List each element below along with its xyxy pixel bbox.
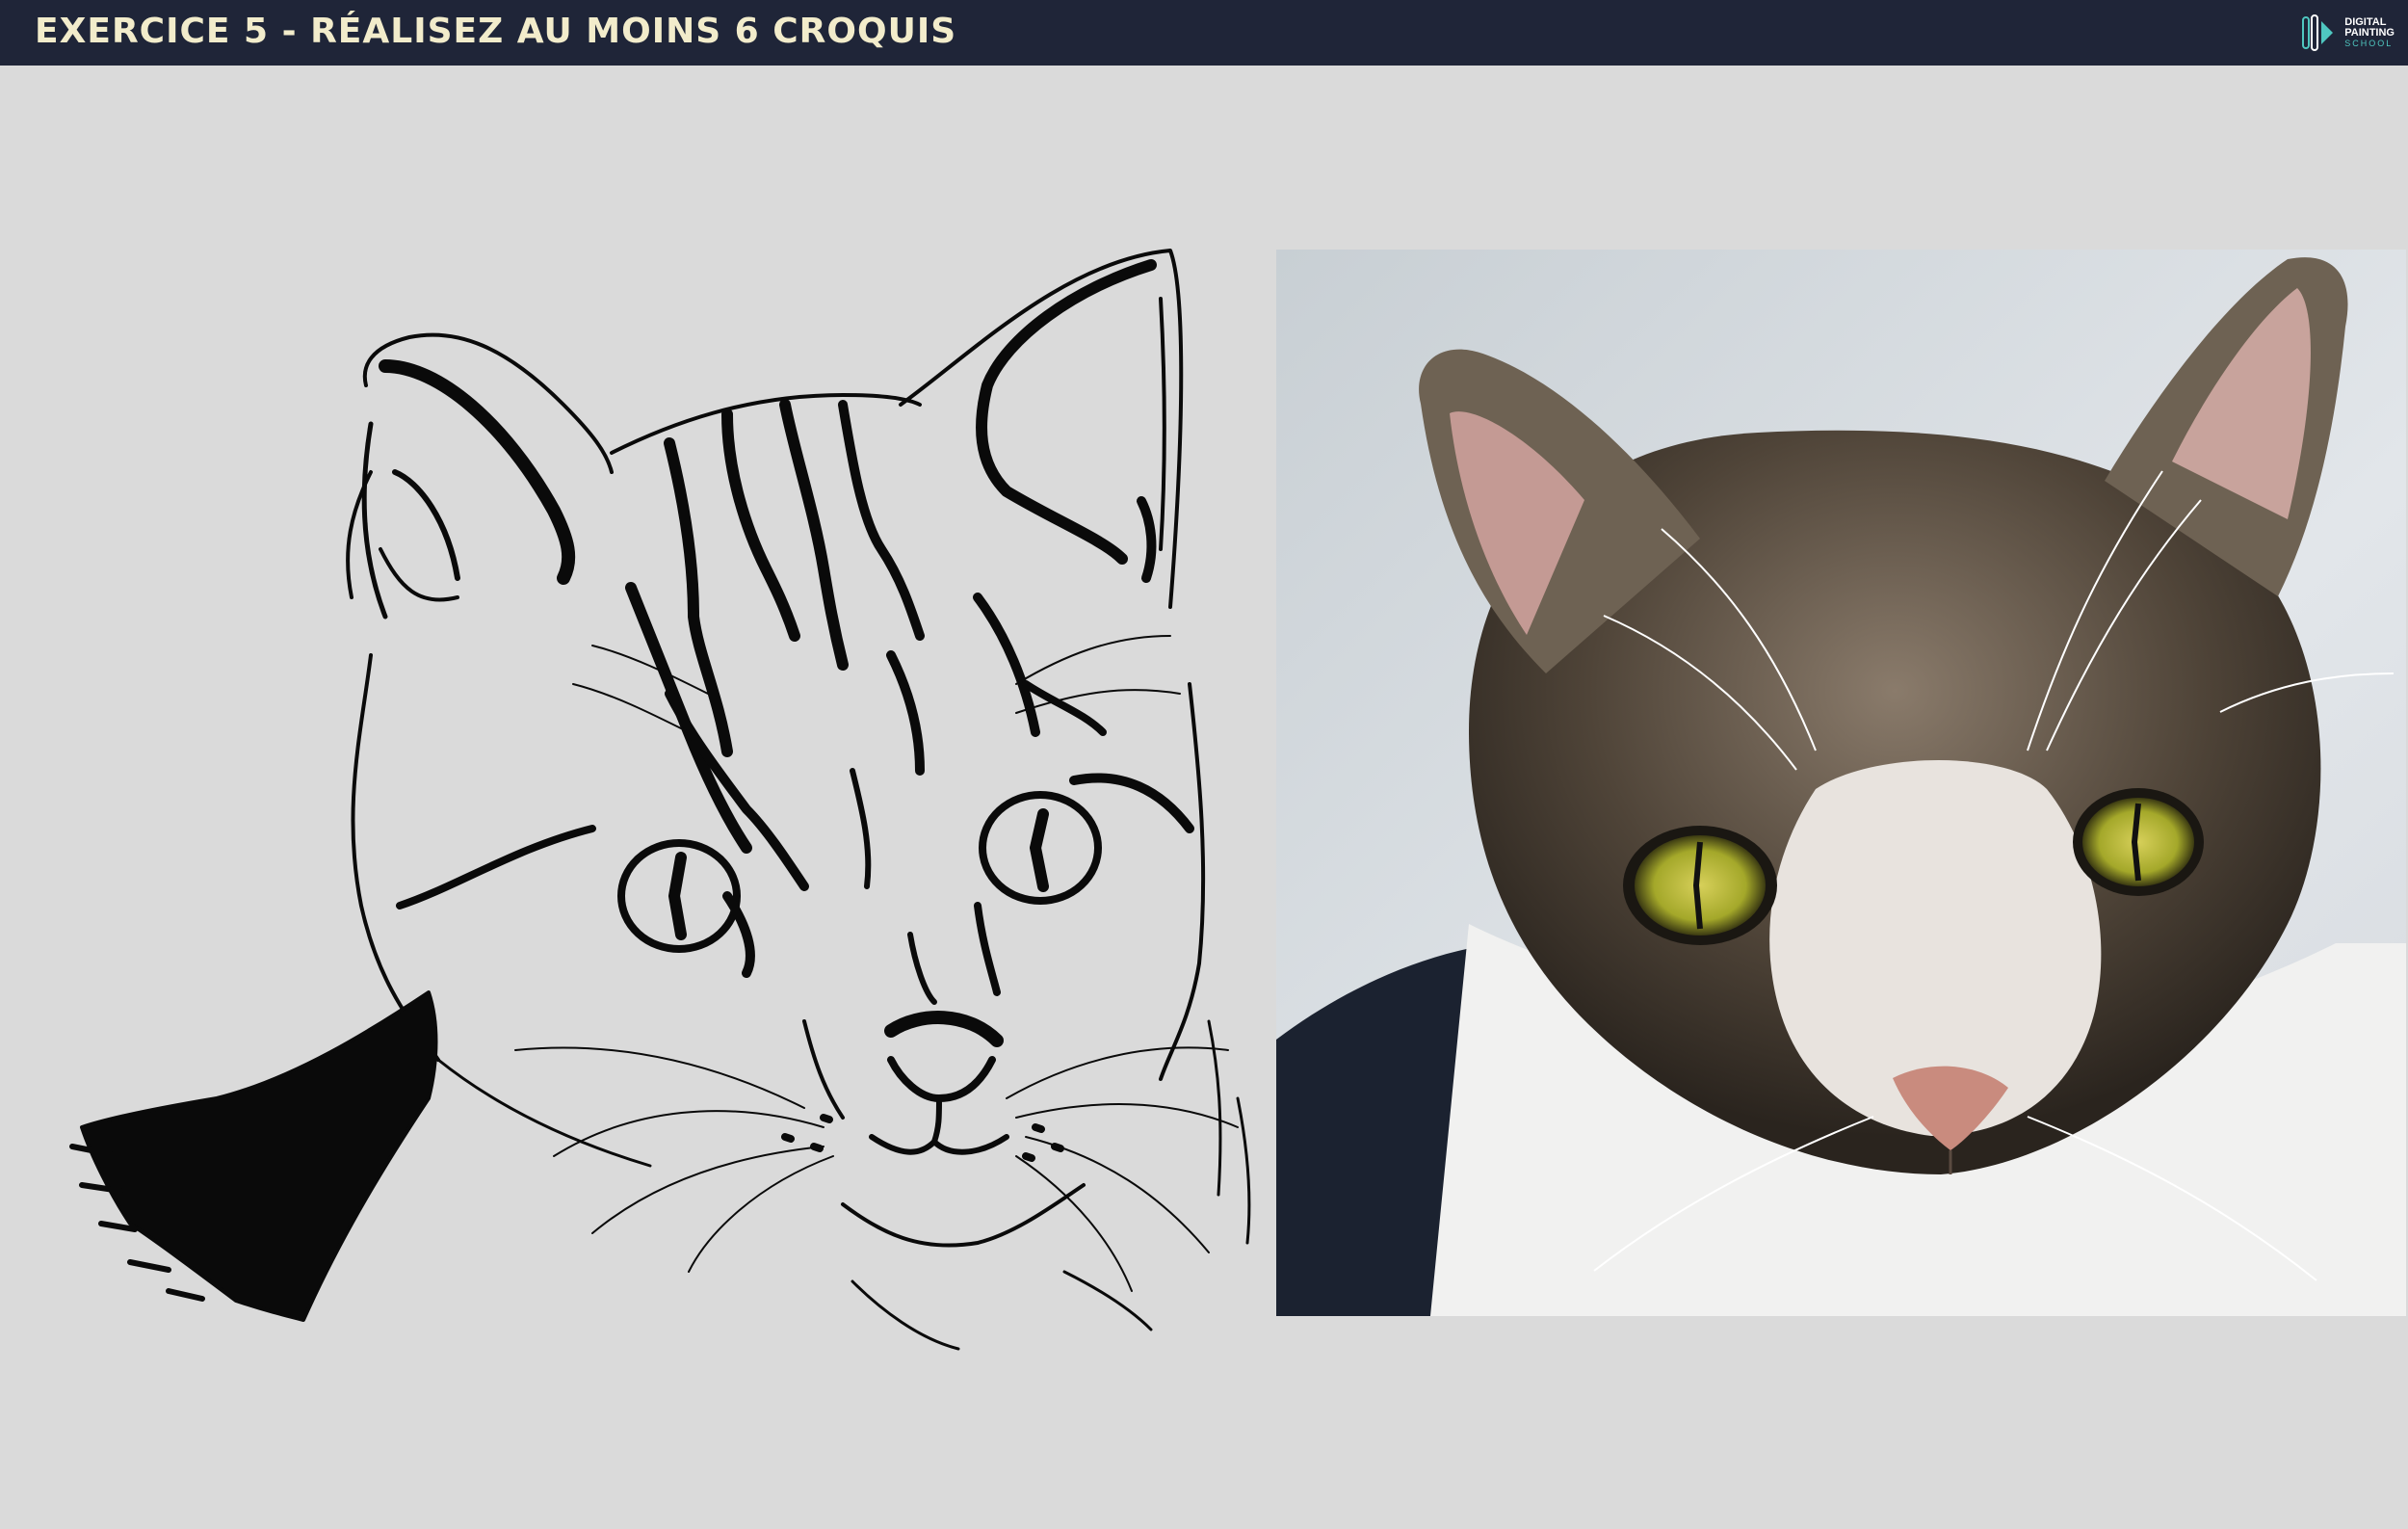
page-title: EXERCICE 5 - RÉALISEZ AU MOINS 6 CROQUIS — [35, 12, 957, 51]
cat-reference-photo — [1276, 250, 2406, 1316]
logo-line-digital: DIGITAL — [2344, 15, 2387, 28]
logo-line-school: SCHOOL — [2344, 38, 2394, 48]
cat-sketch-drawing — [69, 249, 1251, 1351]
logo-line-painting: PAINTING — [2344, 26, 2395, 39]
logo-wordmark: DIGITAL PAINTING SCHOOL — [2344, 15, 2395, 49]
page: EXERCICE 5 - RÉALISEZ AU MOINS 6 CROQUIS… — [0, 0, 2408, 1529]
brand-logo: DIGITAL PAINTING SCHOOL — [2300, 12, 2395, 54]
header-bar: EXERCICE 5 - RÉALISEZ AU MOINS 6 CROQUIS… — [0, 0, 2408, 66]
digital-painting-school-logo-icon — [2302, 14, 2334, 51]
